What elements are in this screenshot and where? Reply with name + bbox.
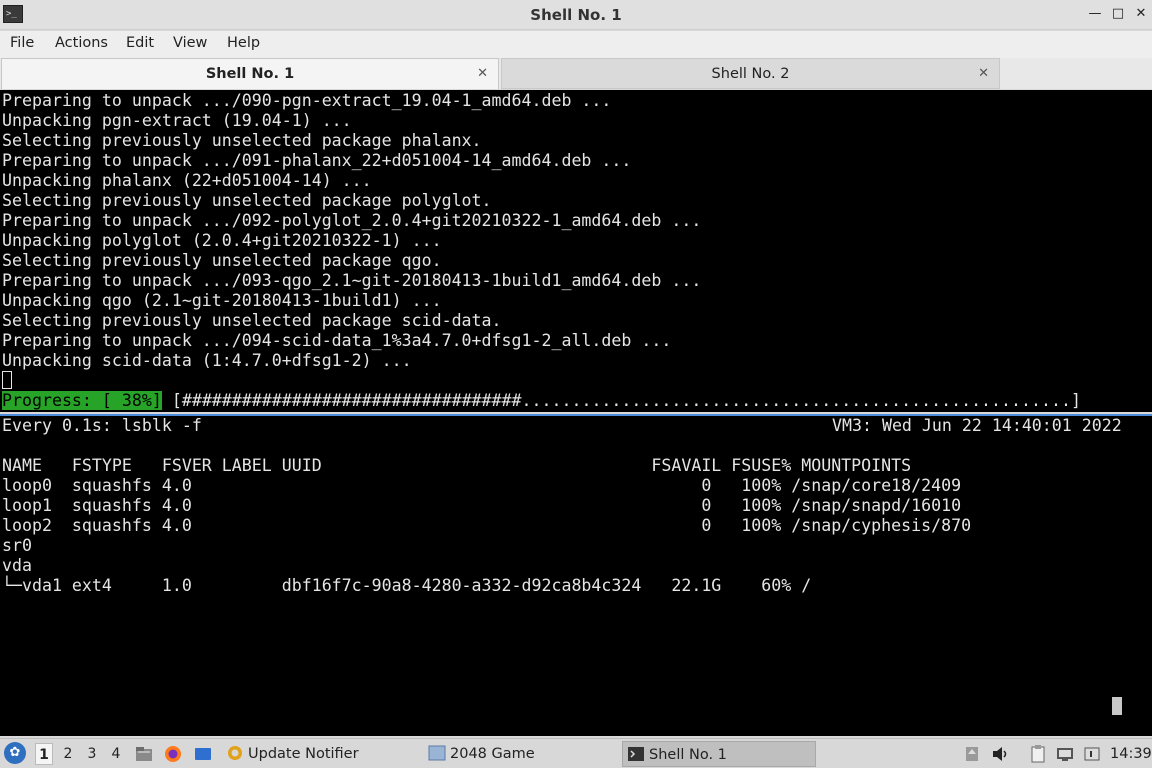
lsblk-row: loop0 squashfs 4.0 0 100% /snap/core18/2… <box>2 476 962 495</box>
tab-label: Shell No. 1 <box>205 66 295 82</box>
lsblk-header-row: NAME FSTYPE FSVER LABEL UUID FSAVAIL FSU… <box>2 456 912 475</box>
terminal-output-line: Unpacking pgn-extract (19.04-1) ... <box>2 111 352 130</box>
lsblk-row: vda <box>2 556 32 575</box>
task-label: 2048 Game <box>450 746 535 762</box>
task-label: Shell No. 1 <box>649 747 727 763</box>
progress-bar: [##################################.....… <box>161 391 1081 410</box>
menu-actions[interactable]: Actions <box>55 35 108 51</box>
firefox-icon[interactable] <box>163 744 183 764</box>
terminal-pane-top[interactable]: Preparing to unpack .../090-pgn-extract_… <box>0 90 1152 412</box>
terminal-output-line: Selecting previously unselected package … <box>2 251 442 270</box>
file-manager-icon[interactable] <box>134 744 154 764</box>
menu-edit[interactable]: Edit <box>126 35 154 51</box>
start-menu-icon[interactable]: ✿ <box>4 742 26 764</box>
lsblk-row: sr0 <box>2 536 32 555</box>
clock[interactable]: 14:39 <box>1110 739 1152 768</box>
title-bar: >_ Shell No. 1 — □ ✕ <box>0 0 1152 30</box>
taskbar: ✿ 1 2 3 4 Update Notifier 2048 Game Shel… <box>0 738 1152 768</box>
workspace-4[interactable]: 4 <box>107 743 125 765</box>
terminal-cursor <box>2 371 12 389</box>
tab-bar: Shell No. 1 ✕ Shell No. 2 ✕ <box>0 58 1152 89</box>
keyboard-layout-icon[interactable] <box>1082 744 1102 764</box>
terminal-output-line: Preparing to unpack .../094-scid-data_1%… <box>2 331 672 350</box>
minimize-button[interactable]: — <box>1085 4 1105 24</box>
terminal-output-line: Preparing to unpack .../091-phalanx_22+d… <box>2 151 632 170</box>
task-shell-1[interactable]: Shell No. 1 <box>622 741 816 767</box>
lsblk-row: └─vda1 ext4 1.0 dbf16f7c-90a8-4280-a332-… <box>2 576 812 595</box>
terminal-output-line: Unpacking polyglot (2.0.4+git20210322-1)… <box>2 231 442 250</box>
terminal-output-line: Preparing to unpack .../092-polyglot_2.0… <box>2 211 702 230</box>
terminal-output-line: Unpacking phalanx (22+d051004-14) ... <box>2 171 372 190</box>
volume-icon[interactable] <box>990 744 1010 764</box>
terminal-output-line: Selecting previously unselected package … <box>2 191 492 210</box>
clipboard-icon[interactable] <box>1028 744 1048 764</box>
tab-close-icon[interactable]: ✕ <box>477 59 488 89</box>
menu-help[interactable]: Help <box>227 35 260 51</box>
task-update-notifier[interactable]: Update Notifier <box>222 741 418 767</box>
task-2048-game[interactable]: 2048 Game <box>424 741 616 767</box>
game-window-icon <box>428 745 446 761</box>
terminal-output-line: Unpacking qgo (2.1~git-20180413-1build1)… <box>2 291 442 310</box>
lsblk-row: loop1 squashfs 4.0 0 100% /snap/snapd/16… <box>2 496 962 515</box>
menu-bar: File Actions Edit View Help <box>0 31 1152 58</box>
workspace-2[interactable]: 2 <box>59 743 77 765</box>
terminal-cursor <box>1112 697 1122 715</box>
workspace-1[interactable]: 1 <box>35 743 53 765</box>
task-label: Update Notifier <box>248 746 359 762</box>
window-title: Shell No. 1 <box>530 6 622 24</box>
tray-arrow-icon[interactable] <box>962 744 982 764</box>
close-button[interactable]: ✕ <box>1131 4 1151 24</box>
menu-file[interactable]: File <box>10 35 34 51</box>
workspace-3[interactable]: 3 <box>83 743 101 765</box>
terminal-output-line: Unpacking scid-data (1:4.7.0+dfsg1-2) ..… <box>2 351 412 370</box>
terminal-output-line: Selecting previously unselected package … <box>2 311 502 330</box>
watch-header-right: VM3: Wed Jun 22 14:40:01 2022 <box>832 416 1122 435</box>
show-desktop-icon[interactable] <box>193 744 213 764</box>
update-notifier-icon <box>228 746 242 760</box>
progress-label: Progress: [ 38%] <box>2 391 162 410</box>
tab-shell-1[interactable]: Shell No. 1 ✕ <box>1 58 499 89</box>
tab-close-icon[interactable]: ✕ <box>978 59 989 89</box>
maximize-button[interactable]: □ <box>1108 4 1128 24</box>
menu-view[interactable]: View <box>173 35 207 51</box>
terminal-icon <box>628 747 644 761</box>
tab-shell-2[interactable]: Shell No. 2 ✕ <box>501 58 1000 89</box>
lsblk-row: loop2 squashfs 4.0 0 100% /snap/cyphesis… <box>2 516 972 535</box>
terminal-pane-bottom[interactable]: Every 0.1s: lsblk -f VM3: Wed Jun 22 14:… <box>0 414 1152 736</box>
tab-label: Shell No. 2 <box>711 66 790 82</box>
progress-line: Progress: [ 38%] [######################… <box>2 391 1081 411</box>
terminal-output-line: Selecting previously unselected package … <box>2 131 482 150</box>
watch-header-left: Every 0.1s: lsblk -f <box>2 416 202 435</box>
terminal-output-line: Preparing to unpack .../093-qgo_2.1~git-… <box>2 271 702 290</box>
terminal-output-line: Preparing to unpack .../090-pgn-extract_… <box>2 91 612 110</box>
network-icon[interactable] <box>1055 744 1075 764</box>
